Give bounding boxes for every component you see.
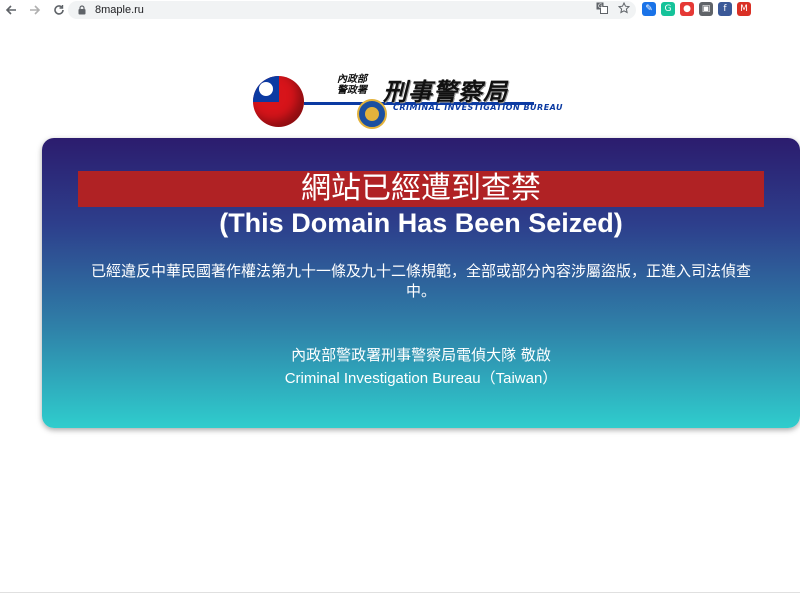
seized-headline: (This Domain Has Been Seized) bbox=[219, 208, 623, 238]
facebook-extension-icon[interactable]: f bbox=[718, 2, 732, 16]
extensions-bar: ✎ G ● ▣ f M bbox=[642, 2, 751, 16]
taiwan-flag-icon bbox=[253, 76, 304, 127]
arrow-right-icon[interactable] bbox=[26, 1, 44, 19]
signature-english: Criminal Investigation Bureau（Taiwan） bbox=[284, 370, 558, 387]
lock-icon[interactable] bbox=[77, 5, 87, 15]
seizure-banner: 網站已經遭到查禁 bbox=[78, 171, 764, 207]
gray-extension-icon[interactable]: ▣ bbox=[699, 2, 713, 16]
banner-title: 網站已經遭到查禁 bbox=[301, 171, 541, 206]
signature-chinese: 內政部警政署刑事警察局電偵大隊 敬啟 bbox=[291, 346, 551, 364]
gmail-extension-icon[interactable]: M bbox=[737, 2, 751, 16]
logo-agency-line1: 內政部 bbox=[337, 74, 367, 85]
seizure-notice-panel: 網站已經遭到查禁 (This Domain Has Been Seized) 已… bbox=[42, 138, 800, 428]
logo-title: 刑事警察局 bbox=[383, 78, 508, 106]
pen-extension-icon[interactable]: ✎ bbox=[642, 2, 656, 16]
translate-icon[interactable]: G bbox=[596, 2, 608, 17]
star-icon[interactable] bbox=[617, 1, 631, 17]
grammarly-extension-icon[interactable]: G bbox=[661, 2, 675, 16]
url-text[interactable]: 8maple.ru bbox=[95, 4, 144, 16]
police-badge-icon bbox=[357, 99, 387, 129]
arrow-left-icon[interactable] bbox=[2, 1, 20, 19]
logo-subtitle: CRIMINAL INVESTIGATION BUREAU bbox=[393, 103, 563, 112]
legal-notice: 已經違反中華民國著作權法第九十一條及九十二條規範，全部或部分內容涉屬盜版，正進入… bbox=[90, 262, 751, 300]
logo-agency-line2: 警政署 bbox=[337, 85, 367, 96]
reload-icon[interactable] bbox=[50, 1, 68, 19]
address-bar[interactable]: 8maple.ru G bbox=[68, 1, 636, 19]
svg-text:G: G bbox=[598, 3, 603, 10]
red-extension-icon[interactable]: ● bbox=[680, 2, 694, 16]
cib-logo: 內政部 警政署 刑事警察局 CRIMINAL INVESTIGATION BUR… bbox=[253, 72, 589, 134]
logo-agency: 內政部 警政署 bbox=[337, 74, 367, 96]
